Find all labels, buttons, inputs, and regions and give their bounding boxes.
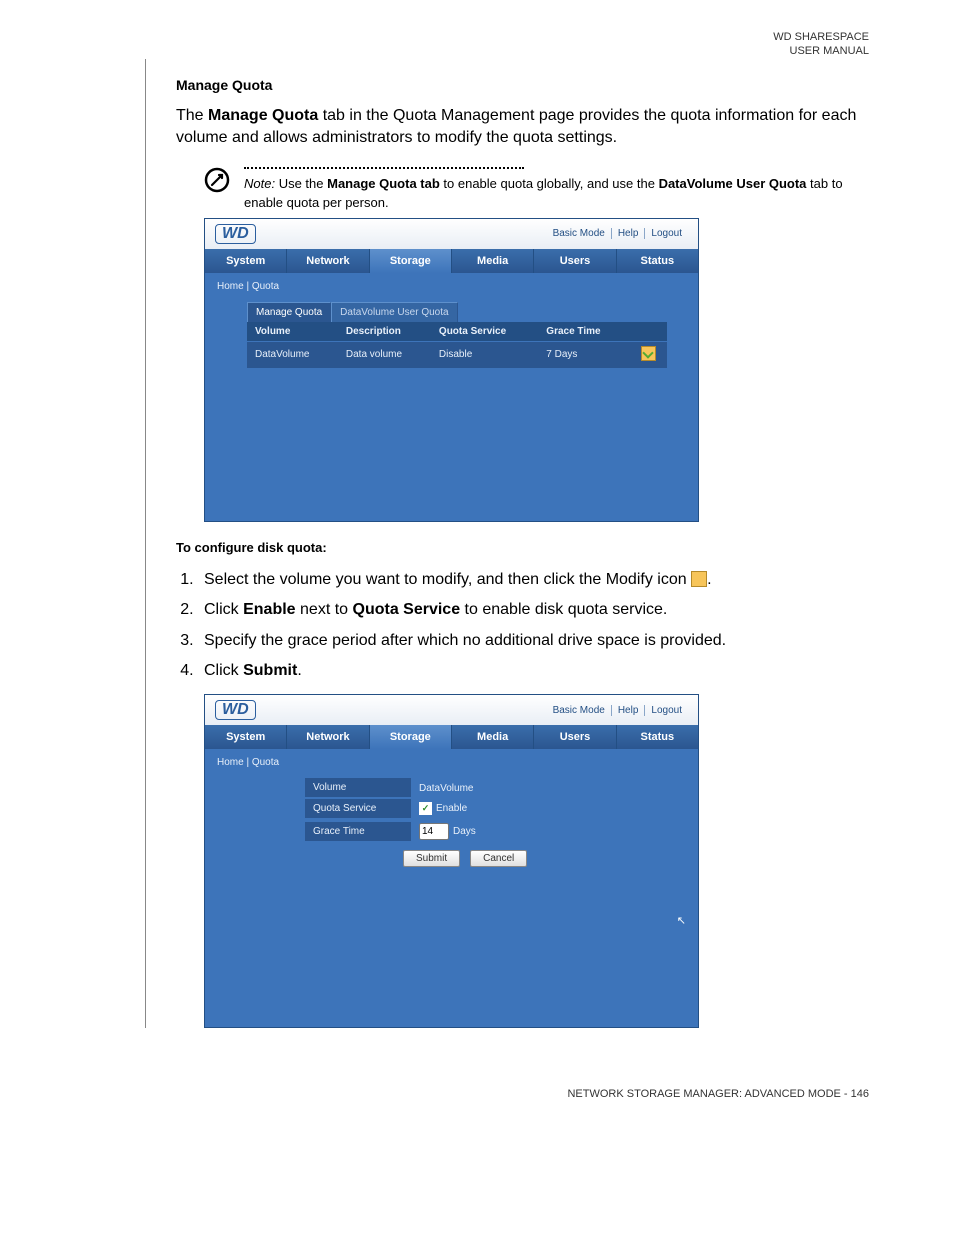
- intro-text-b: Manage Quota: [208, 107, 318, 124]
- grace-time-input[interactable]: [419, 823, 449, 840]
- note-b: Manage Quota tab: [327, 176, 440, 191]
- form-label-volume: Volume: [305, 778, 411, 798]
- step-2e: to enable disk quota service.: [460, 601, 667, 618]
- intro-text-a: The: [176, 107, 208, 124]
- note-divider: [244, 167, 524, 169]
- form-value-volume: DataVolume: [411, 779, 481, 798]
- step-2d: Quota Service: [353, 601, 461, 618]
- col-description: Description: [338, 322, 431, 342]
- nav-status[interactable]: Status: [617, 249, 698, 273]
- nav-network[interactable]: Network: [287, 725, 369, 749]
- step-4c: .: [297, 662, 301, 679]
- doc-header-line1: WD SHARESPACE: [85, 30, 869, 44]
- doc-header: WD SHARESPACE USER MANUAL: [85, 30, 869, 59]
- step-2a: Click: [204, 601, 243, 618]
- cursor-icon: ↖: [677, 914, 686, 927]
- step-3: Specify the grace period after which no …: [198, 626, 869, 656]
- nav-network[interactable]: Network: [287, 249, 369, 273]
- submit-button[interactable]: Submit: [403, 850, 460, 867]
- page-footer: NETWORK STORAGE MANAGER: ADVANCED MODE -…: [85, 1088, 869, 1100]
- step-2c: next to: [296, 601, 353, 618]
- days-label: Days: [453, 826, 476, 837]
- step-4a: Click: [204, 662, 243, 679]
- col-volume: Volume: [247, 322, 338, 342]
- steps-list: Select the volume you want to modify, an…: [176, 565, 869, 687]
- step-1-text: Select the volume you want to modify, an…: [204, 571, 691, 588]
- nav-system[interactable]: System: [205, 725, 287, 749]
- nav-media[interactable]: Media: [452, 249, 534, 273]
- screenshot-edit-quota: WD Basic ModeHelpLogout System Network S…: [204, 694, 699, 1028]
- nav-system[interactable]: System: [205, 249, 287, 273]
- nav-storage[interactable]: Storage: [370, 249, 452, 273]
- wd-logo: WD: [215, 700, 256, 720]
- main-nav: System Network Storage Media Users Statu…: [205, 725, 698, 749]
- link-help[interactable]: Help: [612, 228, 646, 239]
- form-label-grace-time: Grace Time: [305, 822, 411, 842]
- nav-users[interactable]: Users: [534, 249, 616, 273]
- table-row[interactable]: DataVolume Data volume Disable 7 Days: [247, 341, 667, 368]
- section-title: Manage Quota: [176, 77, 869, 93]
- tab-manage-quota[interactable]: Manage Quota: [247, 302, 331, 322]
- tab-datavolume-user-quota[interactable]: DataVolume User Quota: [331, 302, 457, 322]
- wd-logo: WD: [215, 224, 256, 244]
- col-grace-time: Grace Time: [538, 322, 629, 342]
- step-4: Click Submit.: [198, 656, 869, 686]
- configure-heading: To configure disk quota:: [176, 540, 869, 555]
- step-1-end: .: [707, 571, 711, 588]
- modify-icon-inline: [691, 571, 707, 587]
- link-basic-mode[interactable]: Basic Mode: [547, 228, 612, 239]
- link-logout[interactable]: Logout: [645, 228, 688, 239]
- note-d: DataVolume User Quota: [659, 176, 807, 191]
- nav-media[interactable]: Media: [452, 725, 534, 749]
- note-c: to enable quota globally, and use the: [440, 176, 659, 191]
- quota-table: Volume Description Quota Service Grace T…: [247, 322, 667, 369]
- col-quota-service: Quota Service: [431, 322, 538, 342]
- intro-paragraph: The Manage Quota tab in the Quota Manage…: [176, 105, 869, 150]
- cell-grace-time: 7 Days: [538, 341, 629, 368]
- link-help[interactable]: Help: [612, 705, 646, 716]
- enable-checkbox[interactable]: ✓: [419, 802, 432, 815]
- cancel-button[interactable]: Cancel: [470, 850, 527, 867]
- breadcrumb: Home | Quota: [217, 281, 686, 292]
- cell-volume: DataVolume: [247, 341, 338, 368]
- step-4b: Submit: [243, 662, 297, 679]
- screenshot-manage-quota: WD Basic ModeHelpLogout System Network S…: [204, 218, 699, 522]
- cell-description: Data volume: [338, 341, 431, 368]
- enable-label: Enable: [436, 803, 467, 814]
- main-nav: System Network Storage Media Users Statu…: [205, 249, 698, 273]
- step-1: Select the volume you want to modify, an…: [198, 565, 869, 595]
- note-icon: [204, 167, 230, 193]
- note-a: Use the: [275, 176, 327, 191]
- form-label-quota-service: Quota Service: [305, 799, 411, 819]
- step-2b: Enable: [243, 601, 295, 618]
- note-text: Note: Use the Manage Quota tab to enable…: [244, 175, 869, 211]
- link-logout[interactable]: Logout: [645, 705, 688, 716]
- note-label: Note:: [244, 176, 275, 191]
- step-2: Click Enable next to Quota Service to en…: [198, 595, 869, 625]
- cell-quota-service: Disable: [431, 341, 538, 368]
- nav-users[interactable]: Users: [534, 725, 616, 749]
- breadcrumb: Home | Quota: [217, 757, 686, 768]
- doc-header-line2: USER MANUAL: [85, 44, 869, 58]
- nav-storage[interactable]: Storage: [370, 725, 452, 749]
- nav-status[interactable]: Status: [617, 725, 698, 749]
- modify-icon[interactable]: [641, 346, 656, 361]
- link-basic-mode[interactable]: Basic Mode: [547, 705, 612, 716]
